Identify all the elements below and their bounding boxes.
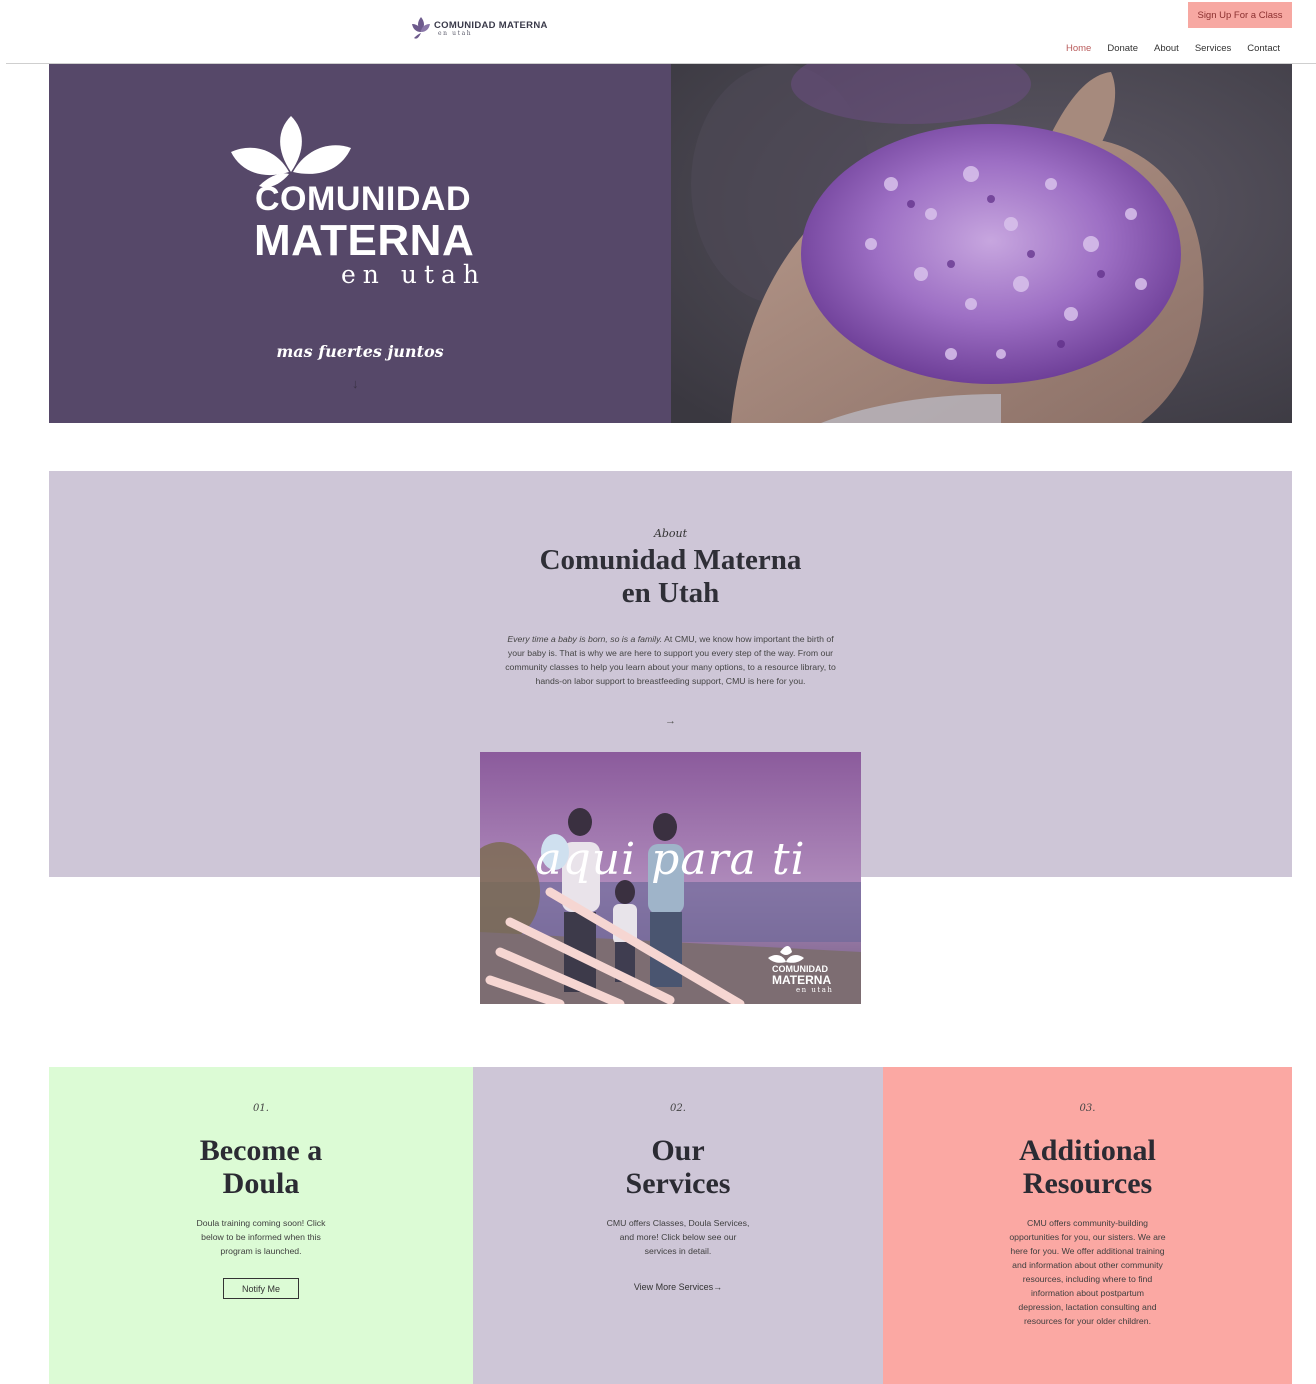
nav-services[interactable]: Services (1195, 43, 1231, 54)
hero-photo-lilacs (671, 64, 1292, 423)
about-description-italic: Every time a baby is born, so is a famil… (507, 634, 663, 644)
hero-tagline: mas fuertes juntos (276, 342, 444, 361)
card-our-services: 02. Our Services CMU offers Classes, Dou… (473, 1067, 883, 1384)
about-title-line2: en Utah (621, 577, 720, 609)
hero-brand-panel: COMUNIDAD MATERNA en utah mas fuertes ju… (49, 64, 671, 423)
notify-me-button[interactable]: Notify Me (223, 1278, 299, 1299)
card-additional-resources: 03. Additional Resources CMU offers comm… (883, 1067, 1292, 1384)
hero-logo-line3: en utah (341, 260, 486, 289)
card-description: Doula training coming soon! Click below … (196, 1218, 326, 1256)
card-number: 01. (253, 1103, 269, 1114)
card-title-line1: Additional (1019, 1134, 1156, 1167)
card-title: Additional Resources (883, 1134, 1292, 1200)
page: COMUNIDAD MATERNA en utah Sign Up For a … (0, 0, 1316, 1384)
card-title-line1: Our (651, 1134, 705, 1167)
scroll-down-arrow-icon[interactable]: ↓ (352, 376, 359, 391)
header-logo-text: COMUNIDAD MATERNA en utah (434, 21, 548, 38)
card-become-doula: 01. Become a Doula Doula training coming… (49, 1067, 473, 1384)
about-title: Comunidad Materna en Utah (49, 544, 1292, 610)
about-more-arrow-icon[interactable]: → (49, 715, 1292, 727)
card-title: Our Services (473, 1134, 883, 1200)
header-logo[interactable]: COMUNIDAD MATERNA en utah (410, 14, 548, 44)
image-logo-line3: en utah (796, 986, 834, 994)
card-description: CMU offers Classes, Doula Services, and … (606, 1218, 750, 1256)
site-header: COMUNIDAD MATERNA en utah Sign Up For a … (0, 0, 1316, 64)
card-title-line2: Doula (222, 1167, 300, 1200)
header-logo-line2: en utah (438, 30, 473, 38)
sign-up-class-button[interactable]: Sign Up For a Class (1188, 2, 1292, 28)
flower-logo-icon (231, 116, 351, 188)
card-number: 03. (1079, 1103, 1096, 1114)
card-title-line1: Become a (199, 1134, 323, 1167)
card-title-line2: Resources (1022, 1167, 1153, 1200)
card-description: CMU offers community-building opportunit… (1009, 1218, 1166, 1326)
image-logo-line2: MATERNA (772, 973, 832, 987)
view-more-services-link[interactable]: View More Services→ (473, 1282, 883, 1292)
card-title-line2: Services (625, 1167, 731, 1200)
hand-holding-lilacs-image (671, 64, 1292, 423)
header-logo-line1: COMUNIDAD MATERNA (434, 19, 548, 31)
nav-donate[interactable]: Donate (1107, 43, 1138, 54)
main-nav: Home Donate About Services Contact (1066, 43, 1280, 54)
hero-section: COMUNIDAD MATERNA en utah mas fuertes ju… (49, 64, 1292, 423)
card-number: 02. (670, 1103, 686, 1114)
hero-logo-line1: COMUNIDAD (255, 180, 472, 218)
nav-home[interactable]: Home (1066, 43, 1091, 54)
hero-logo-line2: MATERNA (254, 216, 475, 265)
aqui-para-ti-text: aqui para ti (535, 834, 806, 885)
card-title: Become a Doula (49, 1134, 473, 1200)
flower-logo-icon (412, 17, 430, 39)
nav-about[interactable]: About (1154, 43, 1179, 54)
about-eyebrow: About (653, 527, 688, 540)
family-photo-aqui-para-ti: aqui para ti COMUNIDAD MATERNA en utah (480, 752, 861, 1004)
nav-contact[interactable]: Contact (1247, 43, 1280, 54)
about-description: Every time a baby is born, so is a famil… (501, 632, 840, 688)
about-title-line1: Comunidad Materna (539, 544, 802, 576)
